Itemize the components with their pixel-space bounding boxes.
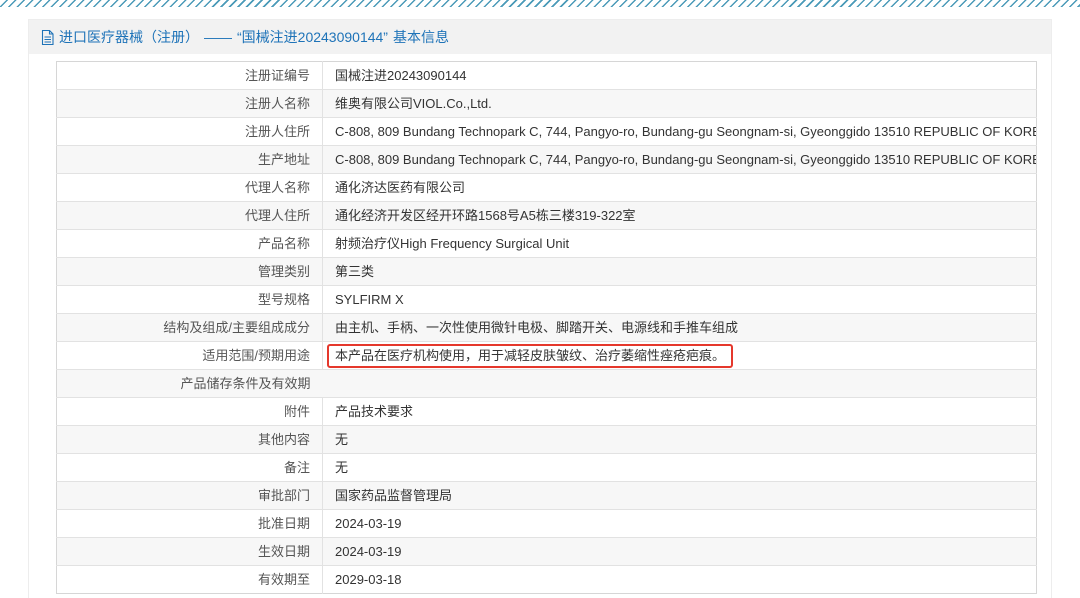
row-label: 适用范围/预期用途 <box>57 342 323 370</box>
table-row: 生效日期2024-03-19 <box>57 538 1037 566</box>
registration-info-table: 注册证编号国械注进20243090144注册人名称维奥有限公司VIOL.Co.,… <box>56 61 1037 594</box>
row-value: 第三类 <box>323 258 1037 286</box>
row-label: 注册证编号 <box>57 62 323 90</box>
row-value: 射频治疗仪High Frequency Surgical Unit <box>323 230 1037 258</box>
row-value: 2029-03-18 <box>323 566 1037 594</box>
table-row: 适用范围/预期用途本产品在医疗机构使用，用于减轻皮肤皱纹、治疗萎缩性痤疮疤痕。 <box>57 342 1037 370</box>
page-title-dash: —— <box>204 29 232 45</box>
row-value: C-808, 809 Bundang Technopark C, 744, Pa… <box>323 118 1037 146</box>
table-row: 产品名称射频治疗仪High Frequency Surgical Unit <box>57 230 1037 258</box>
page-title-category: 进口医疗器械（注册） <box>59 27 199 47</box>
row-value: 2024-03-19 <box>323 538 1037 566</box>
row-label: 产品储存条件及有效期 <box>57 370 323 398</box>
table-row: 结构及组成/主要组成成分由主机、手柄、一次性使用微针电极、脚踏开关、电源线和手推… <box>57 314 1037 342</box>
table-row: 有效期至2029-03-18 <box>57 566 1037 594</box>
row-label: 附件 <box>57 398 323 426</box>
table-row: 注册人名称维奥有限公司VIOL.Co.,Ltd. <box>57 90 1037 118</box>
row-label: 审批部门 <box>57 482 323 510</box>
row-label: 代理人名称 <box>57 174 323 202</box>
row-value: 国家药品监督管理局 <box>323 482 1037 510</box>
page-title-suffix: 基本信息 <box>393 27 449 47</box>
row-value: SYLFIRM X <box>323 286 1037 314</box>
table-row: 代理人住所通化经济开发区经开环路1568号A5栋三楼319-322室 <box>57 202 1037 230</box>
table-row: 注册证编号国械注进20243090144 <box>57 62 1037 90</box>
row-value: 2024-03-19 <box>323 510 1037 538</box>
highlight-red-box: 本产品在医疗机构使用，用于减轻皮肤皱纹、治疗萎缩性痤疮疤痕。 <box>327 344 733 368</box>
row-value: 产品技术要求 <box>323 398 1037 426</box>
panel-body: 注册证编号国械注进20243090144注册人名称维奥有限公司VIOL.Co.,… <box>29 54 1051 598</box>
row-value: 无 <box>323 454 1037 482</box>
page-title-registration-number: “国械注进20243090144” <box>237 27 388 47</box>
row-label: 代理人住所 <box>57 202 323 230</box>
table-row: 注册人住所C-808, 809 Bundang Technopark C, 74… <box>57 118 1037 146</box>
table-row: 生产地址C-808, 809 Bundang Technopark C, 744… <box>57 146 1037 174</box>
table-row: 其他内容无 <box>57 426 1037 454</box>
table-row: 批准日期2024-03-19 <box>57 510 1037 538</box>
registration-detail-panel: 进口医疗器械（注册） —— “国械注进20243090144” 基本信息 注册证… <box>28 19 1052 598</box>
row-label: 产品名称 <box>57 230 323 258</box>
table-row: 审批部门国家药品监督管理局 <box>57 482 1037 510</box>
row-label: 备注 <box>57 454 323 482</box>
table-row: 型号规格SYLFIRM X <box>57 286 1037 314</box>
row-label: 注册人住所 <box>57 118 323 146</box>
row-label: 注册人名称 <box>57 90 323 118</box>
row-value: 通化济达医药有限公司 <box>323 174 1037 202</box>
decorative-stripe-band <box>0 0 1080 8</box>
row-label: 其他内容 <box>57 426 323 454</box>
row-label: 管理类别 <box>57 258 323 286</box>
panel-header: 进口医疗器械（注册） —— “国械注进20243090144” 基本信息 <box>29 20 1051 54</box>
table-row: 产品储存条件及有效期 <box>57 370 1037 398</box>
table-row: 附件产品技术要求 <box>57 398 1037 426</box>
row-value: 国械注进20243090144 <box>323 62 1037 90</box>
row-label: 型号规格 <box>57 286 323 314</box>
row-label: 结构及组成/主要组成成分 <box>57 314 323 342</box>
table-row: 管理类别第三类 <box>57 258 1037 286</box>
row-label: 生效日期 <box>57 538 323 566</box>
row-value <box>323 370 1037 398</box>
row-value: 通化经济开发区经开环路1568号A5栋三楼319-322室 <box>323 202 1037 230</box>
row-value: 维奥有限公司VIOL.Co.,Ltd. <box>323 90 1037 118</box>
registration-info-table-body: 注册证编号国械注进20243090144注册人名称维奥有限公司VIOL.Co.,… <box>57 62 1037 594</box>
row-value: C-808, 809 Bundang Technopark C, 744, Pa… <box>323 146 1037 174</box>
row-label: 生产地址 <box>57 146 323 174</box>
document-icon <box>41 30 54 45</box>
row-value: 本产品在医疗机构使用，用于减轻皮肤皱纹、治疗萎缩性痤疮疤痕。 <box>323 342 1037 370</box>
row-value: 由主机、手柄、一次性使用微针电极、脚踏开关、电源线和手推车组成 <box>323 314 1037 342</box>
table-row: 代理人名称通化济达医药有限公司 <box>57 174 1037 202</box>
row-value: 无 <box>323 426 1037 454</box>
table-row: 备注无 <box>57 454 1037 482</box>
row-label: 批准日期 <box>57 510 323 538</box>
row-label: 有效期至 <box>57 566 323 594</box>
